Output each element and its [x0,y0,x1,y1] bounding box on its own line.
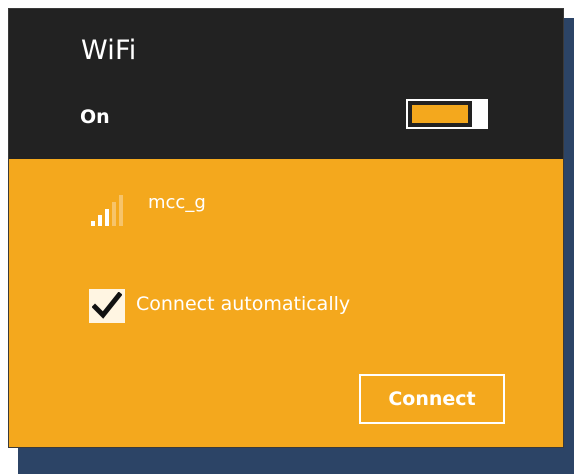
flyout-title: WiFi [81,35,137,66]
connect-automatically-checkbox[interactable] [89,289,125,323]
wifi-toggle-label: On [80,106,110,128]
connect-button[interactable]: Connect [359,374,505,424]
signal-bar-3 [105,209,109,226]
toggle-fill [412,105,468,123]
flyout-header: WiFi On [9,9,563,159]
signal-bar-2 [98,215,102,226]
connect-automatically-label[interactable]: Connect automatically [136,293,350,315]
network-panel: mcc_g Connect automatically Connect [9,159,563,447]
signal-bar-5 [119,195,123,226]
wifi-flyout: WiFi On mcc_g Connect automatically Conn… [8,8,564,448]
toggle-thumb[interactable] [472,99,488,129]
signal-bar-1 [91,221,95,226]
wifi-signal-icon [91,195,131,227]
signal-bar-4 [112,202,116,226]
wifi-toggle-switch[interactable] [406,99,488,129]
checkmark-icon [92,292,122,319]
network-name[interactable]: mcc_g [148,192,206,213]
